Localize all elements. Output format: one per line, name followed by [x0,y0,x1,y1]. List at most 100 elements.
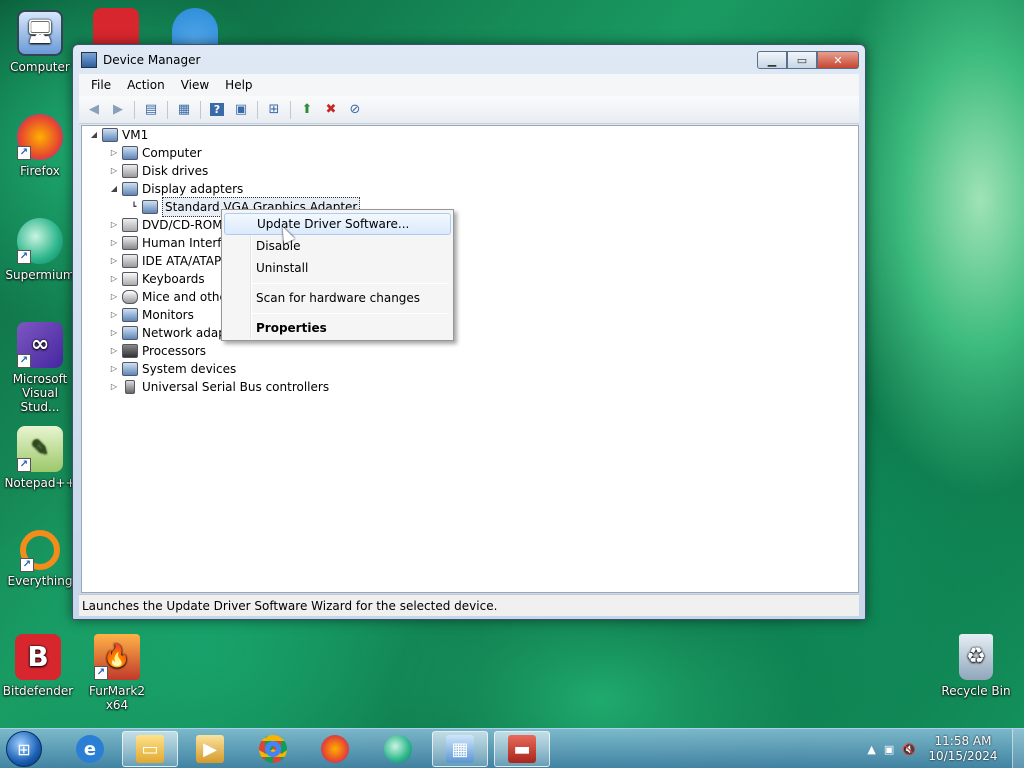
supermium-icon [384,735,412,763]
device-tree[interactable]: ◢ VM1 ▷ Computer ▷ Disk drives ◢ Display… [81,125,859,593]
start-button[interactable]: ⊞ [6,731,42,767]
tree-item-processors[interactable]: ▷ Processors [108,342,206,360]
collapse-arrow-icon[interactable]: ◢ [88,126,100,144]
action-pane-button[interactable]: ▣ [230,99,252,121]
properties-toolbar-button[interactable]: ▦ [173,99,195,121]
menu-action[interactable]: Action [119,78,173,92]
tree-item-human-interface[interactable]: ▷ Human Interfa [108,234,229,252]
device-manager-window[interactable]: Device Manager ▁ ▭ ✕ File Action View He… [72,44,866,620]
taskbar-file-explorer[interactable]: ▭ [122,731,178,767]
taskbar-device-manager[interactable]: ▬ [494,731,550,767]
window-titlebar[interactable]: Device Manager ▁ ▭ ✕ [73,45,865,75]
tree-item-ide-ata[interactable]: ▷ IDE ATA/ATAP [108,252,221,270]
tree-item-network-adapters[interactable]: ▷ Network adapt [108,324,231,342]
taskbar-media-player[interactable]: ▶ [182,731,238,767]
tree-item-system-devices[interactable]: ▷ System devices [108,360,236,378]
menu-item-disable[interactable]: Disable [224,235,451,257]
tree-item-mice[interactable]: ▷ Mice and other [108,288,232,306]
update-driver-button[interactable]: ⬆ [296,99,318,121]
back-arrow-icon: ◀ [89,102,99,117]
expand-arrow-icon[interactable]: ▷ [108,270,120,288]
computer-category-icon [122,146,138,160]
expand-arrow-icon[interactable]: ▷ [108,162,120,180]
media-player-icon: ▶ [196,735,224,763]
minimize-button[interactable]: ▁ [757,51,787,69]
tree-item-dvd-cd-rom[interactable]: ▷ DVD/CD-ROM [108,216,223,234]
tree-item-usb-controllers[interactable]: ▷ Universal Serial Bus controllers [108,378,329,396]
tree-item-display-adapters[interactable]: ◢ Display adapters [108,180,243,198]
dvd-drive-icon [122,218,138,232]
expand-arrow-icon[interactable]: ▷ [108,324,120,342]
disable-button[interactable]: ⊘ [344,99,366,121]
forward-arrow-icon: ▶ [113,102,123,117]
expand-arrow-icon[interactable]: ▷ [108,342,120,360]
tree-item-computer[interactable]: ▷ Computer [108,144,202,162]
expand-arrow-icon[interactable]: ▷ [108,378,120,396]
help-icon: ? [209,103,225,116]
desktop-icon-computer[interactable]: 🖥 Computer [2,10,78,74]
tree-root[interactable]: ◢ VM1 [88,126,148,144]
taskbar-chrome[interactable] [245,731,301,767]
partial-desktop-icon-telegram[interactable] [172,8,218,44]
desktop-icon-bitdefender[interactable]: B Bitdefender [0,634,76,698]
menu-item-update-driver[interactable]: Update Driver Software... [224,213,451,235]
expand-arrow-icon[interactable]: ▷ [108,234,120,252]
expand-arrow-icon[interactable]: ▷ [108,288,120,306]
menu-file[interactable]: File [83,78,119,92]
forward-button[interactable]: ▶ [107,99,129,121]
menu-item-uninstall[interactable]: Uninstall [224,257,451,279]
scan-hardware-button[interactable]: ⊞ [263,99,285,121]
partial-desktop-icon-security[interactable] [93,8,139,44]
device-manager-icon [81,52,97,68]
close-button[interactable]: ✕ [817,51,859,69]
collapse-arrow-icon[interactable]: ◢ [108,180,120,198]
recycle-bin-icon: ♻ [959,634,993,680]
desktop-icon-visual-studio[interactable]: ∞ ↗ Microsoft Visual Stud... [2,322,78,414]
menu-item-scan-hardware[interactable]: Scan for hardware changes [224,287,451,309]
display-adapter-icon [142,200,158,214]
tree-item-keyboards[interactable]: ▷ Keyboards [108,270,205,288]
desktop-icon-supermium[interactable]: ↗ Supermium [2,218,78,282]
expand-arrow-icon[interactable]: ▷ [108,252,120,270]
network-icon[interactable]: ▣ [884,743,894,756]
tree-item-disk-drives[interactable]: ▷ Disk drives [108,162,208,180]
console-tree-icon: ▤ [144,102,158,117]
toolbar-separator [200,100,201,119]
bitdefender-icon: B [15,634,61,680]
mouse-icon [122,290,138,304]
desktop-icon-everything[interactable]: ↗ Everything [2,530,78,588]
menu-view[interactable]: View [173,78,217,92]
control-panel-icon: ▦ [446,735,474,763]
visual-studio-icon: ∞ ↗ [17,322,63,368]
taskbar-control-panel[interactable]: ▦ [432,731,488,767]
expand-arrow-icon[interactable]: ▷ [108,306,120,324]
show-desktop-button[interactable] [1012,729,1024,768]
show-hide-console-tree-button[interactable]: ▤ [140,99,162,121]
clock[interactable]: 11:58 AM 10/15/2024 [926,734,1000,764]
desktop-icon-firefox[interactable]: ↗ Firefox [2,114,78,178]
expand-arrow-icon[interactable]: ▷ [108,360,120,378]
show-hidden-icons-icon[interactable]: ▲ [867,743,875,756]
expand-arrow-icon[interactable]: ▷ [108,144,120,162]
expand-arrow-icon[interactable]: ▷ [108,216,120,234]
computer-icon: 🖥 [17,10,63,56]
back-button[interactable]: ◀ [83,99,105,121]
tree-item-monitors[interactable]: ▷ Monitors [108,306,194,324]
desktop-icon-notepad-plus-plus[interactable]: ✎ ↗ Notepad++ [2,426,78,490]
menu-help[interactable]: Help [217,78,260,92]
notepad-plus-plus-icon: ✎ ↗ [17,426,63,472]
taskbar-firefox[interactable] [307,731,363,767]
taskbar-supermium[interactable] [370,731,426,767]
properties-sheet-icon: ▦ [177,102,191,117]
desktop-icon-furmark[interactable]: 🔥 ↗ FurMark2 x64 [78,634,156,712]
menu-item-properties[interactable]: Properties [224,317,451,339]
clock-time: 11:58 AM [934,734,992,748]
volume-muted-icon[interactable]: 🔇 [902,743,916,756]
help-toolbar-button[interactable]: ? [206,99,228,121]
uninstall-button[interactable]: ✖ [320,99,342,121]
taskbar-internet-explorer[interactable]: e [62,731,118,767]
display-adapter-icon [122,182,138,196]
action-pane-icon: ▣ [234,102,248,117]
desktop-icon-recycle-bin[interactable]: ♻ Recycle Bin [938,634,1014,698]
maximize-button[interactable]: ▭ [787,51,817,69]
